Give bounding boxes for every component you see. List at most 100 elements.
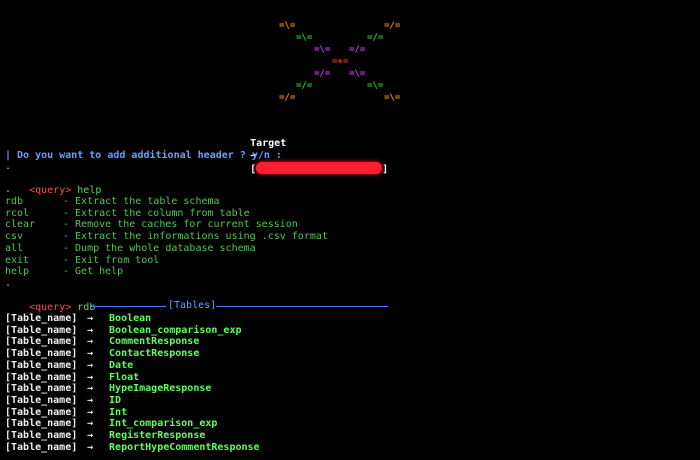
help-description: - Extract the informations using .csv fo… <box>63 231 328 243</box>
separator-dot: . <box>5 184 12 195</box>
help-description: - Get help <box>63 266 124 278</box>
help-command: all <box>5 242 24 254</box>
table-name-prefix: [Table_name] <box>5 406 78 418</box>
table-arrow: → <box>87 324 94 336</box>
table-row: [Table_name] → Date <box>5 360 133 372</box>
table-row: [Table_name] → Float <box>5 372 139 384</box>
ascii-art-glyph: =+= <box>332 57 349 67</box>
table-name-prefix: [Table_name] <box>5 324 78 336</box>
help-description: - Exit from tool <box>63 254 160 266</box>
table-arrow: → <box>87 371 94 383</box>
table-name-prefix: [Table_name] <box>5 336 78 348</box>
table-arrow: → <box>87 359 94 371</box>
help-item: help - Get help <box>5 266 123 278</box>
table-name: RegisterResponse <box>109 430 206 441</box>
table-name-prefix: [Table_name] <box>5 383 78 395</box>
help-item: rcol - Extract the column from table <box>5 208 250 220</box>
rule-left <box>90 306 166 307</box>
help-description: - Dump the whole database schema <box>63 242 256 254</box>
help-item: clear - Remove the caches for current ses… <box>5 219 298 231</box>
help-command: csv <box>5 231 24 243</box>
terminal-window[interactable]: =\= =/= =\= =/= =\= =/= =+= =/= =\= =/= =\= =/= =\= … <box>0 0 700 460</box>
ascii-art-glyph: =\= <box>314 45 331 55</box>
ascii-art-glyph: =\= <box>384 93 401 103</box>
table-arrow: → <box>87 313 94 324</box>
ascii-art-glyph: =/= <box>314 69 331 79</box>
table-name: ReportHypeCommentResponse <box>109 441 260 453</box>
table-name: Boolean <box>109 313 152 324</box>
help-command: rcol <box>5 207 30 219</box>
ascii-art-glyph: =\= <box>349 69 366 79</box>
table-row: [Table_name] → ID <box>5 395 121 407</box>
target-label: Target <box>250 138 287 149</box>
table-name: ContactResponse <box>109 348 200 360</box>
table-row: [Table_name] → RegisterResponse <box>5 430 205 442</box>
table-name: CommentResponse <box>109 336 200 348</box>
table-arrow: → <box>87 418 94 430</box>
ascii-art-glyph: =/= <box>349 45 366 55</box>
table-name: HypeImageResponse <box>109 383 212 395</box>
target-line: Target → [] <box>226 126 388 175</box>
table-name: Float <box>109 371 140 383</box>
ascii-art-glyph: =/= <box>279 93 296 103</box>
help-item: csv - Extract the informations using .csv… <box>5 231 328 243</box>
table-name: Date <box>109 359 134 371</box>
help-description: - Remove the caches for current session <box>63 219 298 231</box>
query-line-help: <query> help <box>5 173 101 196</box>
help-description: - Extract the column from table <box>63 207 250 219</box>
help-description: - Extract the table schema <box>63 196 220 207</box>
separator-dot: . <box>5 161 12 172</box>
table-arrow: → <box>87 394 94 406</box>
help-item: all - Dump the whole database schema <box>5 243 256 255</box>
query-prompt: <query> <box>29 302 72 313</box>
query-line-rdb: <query> rdb <box>5 290 95 313</box>
ascii-art-glyph: =/= <box>367 33 384 43</box>
help-command: help <box>5 266 30 278</box>
table-arrow: → <box>87 441 94 453</box>
table-name-prefix: [Table_name] <box>5 441 78 453</box>
target-close-bracket: ] <box>382 164 389 175</box>
table-name-prefix: [Table_name] <box>5 394 78 406</box>
table-row: [Table_name] → Boolean_comparison_exp <box>5 325 241 337</box>
rule-right <box>216 306 388 307</box>
table-arrow: → <box>87 336 94 348</box>
table-row: [Table_name] → Boolean <box>5 313 151 325</box>
table-name: ID <box>109 394 122 406</box>
help-item: exit - Exit from tool <box>5 255 159 267</box>
table-name-prefix: [Table_name] <box>5 430 78 441</box>
query-prompt: <query> <box>29 185 72 196</box>
redacted-target <box>256 162 383 174</box>
table-arrow: → <box>87 348 94 360</box>
table-row: [Table_name] → ContactResponse <box>5 348 199 360</box>
table-row: [Table_name] → ReportHypeCommentResponse <box>5 442 260 454</box>
help-command: exit <box>5 254 30 266</box>
table-name-prefix: [Table_name] <box>5 418 78 430</box>
ascii-art-glyph: =/= <box>296 81 313 91</box>
table-arrow: → <box>87 430 94 441</box>
table-name-prefix: [Table_name] <box>5 313 78 324</box>
query-command: help <box>77 185 102 196</box>
table-name: Int_comparison_exp <box>109 418 218 430</box>
ascii-art-glyph: =/= <box>384 21 401 31</box>
ascii-art-glyph: =\= <box>367 81 384 91</box>
table-name-prefix: [Table_name] <box>5 359 78 371</box>
ascii-art-glyph: =\= <box>279 21 296 31</box>
table-row: [Table_name] → HypeImageResponse <box>5 383 211 395</box>
ascii-art-glyph: =\= <box>296 33 313 43</box>
header-question: | Do you want to add additional header ?… <box>5 150 282 161</box>
help-command: clear <box>5 219 36 231</box>
tables-header: [Tables] <box>168 300 217 311</box>
table-name-prefix: [Table_name] <box>5 371 78 383</box>
separator-dot: . <box>5 278 12 289</box>
help-item: rdb - Extract the table schema <box>5 196 220 208</box>
table-arrow: → <box>87 406 94 418</box>
table-arrow: → <box>87 383 94 395</box>
table-row: [Table_name] → Int_comparison_exp <box>5 418 217 430</box>
help-command: rdb <box>5 196 24 207</box>
table-name: Boolean_comparison_exp <box>109 324 242 336</box>
table-row: [Table_name] → CommentResponse <box>5 336 199 348</box>
tables-header-rule: [Tables] <box>90 300 388 312</box>
table-row: [Table_name] → Int <box>5 407 127 419</box>
table-name: Int <box>109 406 128 418</box>
table-name-prefix: [Table_name] <box>5 348 78 360</box>
